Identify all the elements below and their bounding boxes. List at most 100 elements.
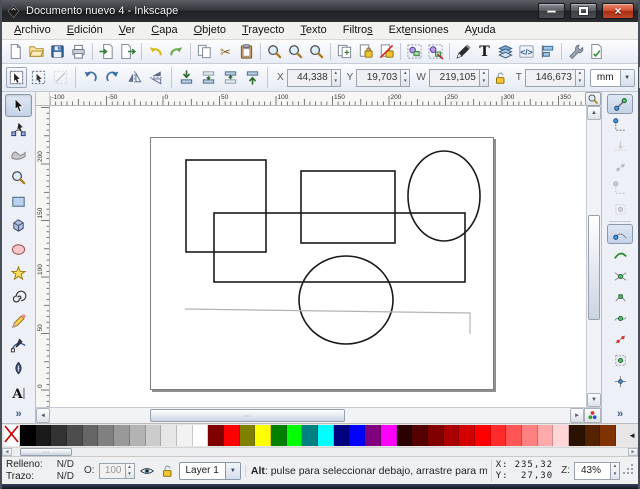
palette-swatch[interactable] — [491, 425, 507, 446]
width-field-value[interactable]: 219,105 — [429, 69, 479, 87]
open-document[interactable] — [26, 41, 47, 62]
select-all-layers[interactable] — [28, 67, 49, 88]
rotate-ccw[interactable] — [80, 67, 101, 88]
palette-swatch[interactable] — [208, 425, 224, 446]
scroll-down-icon[interactable]: ▼ — [587, 393, 601, 407]
palette-scroll-left-icon[interactable]: ◄ — [628, 424, 636, 447]
text-dialog[interactable]: T — [474, 41, 495, 62]
snap-bounding-box[interactable] — [607, 115, 633, 135]
menu-extensiones[interactable]: Extensiones — [381, 23, 457, 38]
palette-swatch[interactable] — [475, 425, 491, 446]
palette-swatch[interactable] — [20, 425, 36, 446]
palette-swatch[interactable] — [130, 425, 146, 446]
y-field-value[interactable]: 19,703 — [356, 69, 400, 87]
opacity-spinner[interactable]: ▲▼ — [125, 463, 135, 479]
palette-swatch[interactable] — [506, 425, 522, 446]
palette-swatch[interactable] — [83, 425, 99, 446]
palette-swatch[interactable] — [114, 425, 130, 446]
square-shape[interactable] — [186, 160, 266, 252]
height-field-spinner[interactable]: ▲▼ — [575, 69, 585, 87]
x-field[interactable]: 44,338 ▲▼ — [287, 69, 341, 87]
palette-swatch[interactable] — [287, 425, 303, 446]
layer-visibility-button[interactable] — [139, 461, 155, 481]
layer-dropdown-icon[interactable]: ▼ — [225, 463, 240, 479]
menu-ayuda[interactable]: Ayuda — [457, 23, 504, 38]
height-field-value[interactable]: 146,673 — [525, 69, 575, 87]
menu-filtros[interactable]: Filtros — [335, 23, 381, 38]
menu-objeto[interactable]: Objeto — [186, 23, 234, 38]
palette-swatch[interactable] — [36, 425, 52, 446]
palette-swatch[interactable] — [553, 425, 569, 446]
star-tool[interactable] — [5, 262, 32, 285]
palette-swatch[interactable] — [146, 425, 162, 446]
menu-capa[interactable]: Capa — [143, 23, 185, 38]
layer-selector[interactable]: Layer 1 ▼ — [179, 462, 241, 480]
copy[interactable] — [194, 41, 215, 62]
raise-step[interactable] — [220, 67, 241, 88]
horizontal-scroll-track[interactable]: ⋯ — [50, 408, 570, 423]
toolbox-overflow-icon[interactable]: » — [15, 406, 21, 423]
palette-scroll-track[interactable]: ⋯ — [12, 448, 628, 456]
zoom-to-page[interactable] — [306, 41, 327, 62]
horizontal-ruler[interactable]: -100-50050100150200250300350 — [50, 92, 585, 106]
menu-texto[interactable]: Texto — [292, 23, 334, 38]
restore-button[interactable] — [570, 3, 597, 19]
right-ellipse-shape[interactable] — [408, 151, 480, 241]
palette-swatch[interactable] — [67, 425, 83, 446]
select-all[interactable] — [6, 67, 27, 88]
box3d-tool[interactable] — [5, 214, 32, 237]
palette-swatch[interactable] — [412, 425, 428, 446]
palette-swatch[interactable] — [161, 425, 177, 446]
snapbar-overflow-icon[interactable]: » — [617, 406, 623, 423]
opacity-value[interactable]: 100 — [99, 463, 125, 479]
minimize-button[interactable] — [538, 3, 565, 19]
flip-vertical[interactable] — [146, 67, 167, 88]
zoom-to-selection[interactable] — [264, 41, 285, 62]
redo[interactable] — [166, 41, 187, 62]
pencil-tool[interactable] — [5, 310, 32, 333]
palette-swatch[interactable] — [522, 425, 538, 446]
spiral-tool[interactable] — [5, 286, 32, 309]
layer-lock-button[interactable] — [159, 461, 175, 481]
snap-rotation-centers[interactable] — [607, 371, 633, 391]
vertical-scroll-thumb[interactable] — [588, 215, 600, 320]
raise-to-top[interactable] — [242, 67, 263, 88]
print-document[interactable] — [68, 41, 89, 62]
palette-swatch[interactable] — [349, 425, 365, 446]
node-tool[interactable] — [5, 118, 32, 141]
snap-to-paths[interactable] — [607, 245, 633, 265]
snap-bbox-centers[interactable] — [607, 199, 633, 219]
tweak-tool[interactable] — [5, 142, 32, 165]
vertical-scrollbar[interactable]: ▲ ▼ — [586, 106, 601, 407]
undo[interactable] — [145, 41, 166, 62]
export[interactable] — [117, 41, 138, 62]
zoom-spinner[interactable]: ▲▼ — [610, 462, 620, 480]
bottom-circle-shape[interactable] — [299, 256, 393, 344]
palette-scroll-right-button[interactable]: ► — [628, 448, 638, 456]
lower-step[interactable] — [198, 67, 219, 88]
menu-archivo[interactable]: Archivo — [6, 23, 59, 38]
unit-selector[interactable]: mm ▼ — [590, 69, 635, 87]
zoom-tool[interactable] — [5, 166, 32, 189]
palette-swatch[interactable] — [585, 425, 601, 446]
snap-bbox-corners[interactable] — [607, 178, 633, 198]
duplicate[interactable] — [334, 41, 355, 62]
save-document[interactable] — [47, 41, 68, 62]
preferences[interactable] — [565, 41, 586, 62]
layers-dialog[interactable] — [495, 41, 516, 62]
palette-swatch[interactable] — [318, 425, 334, 446]
palette-swatch[interactable] — [224, 425, 240, 446]
window-resize-grip[interactable] — [624, 462, 634, 480]
snap-nodes[interactable] — [607, 224, 633, 244]
color-managed-view-button[interactable] — [584, 408, 601, 423]
document-properties[interactable] — [586, 41, 607, 62]
palette-swatch[interactable] — [459, 425, 475, 446]
lock-ratio-icon[interactable] — [492, 70, 508, 86]
palette-swatch[interactable] — [271, 425, 287, 446]
snap-line-midpoints[interactable] — [607, 329, 633, 349]
lower-to-bottom[interactable] — [176, 67, 197, 88]
width-field-spinner[interactable]: ▲▼ — [479, 69, 489, 87]
scroll-up-icon[interactable]: ▲ — [587, 106, 601, 120]
zoom-to-drawing[interactable] — [285, 41, 306, 62]
y-field[interactable]: 19,703 ▲▼ — [356, 69, 410, 87]
